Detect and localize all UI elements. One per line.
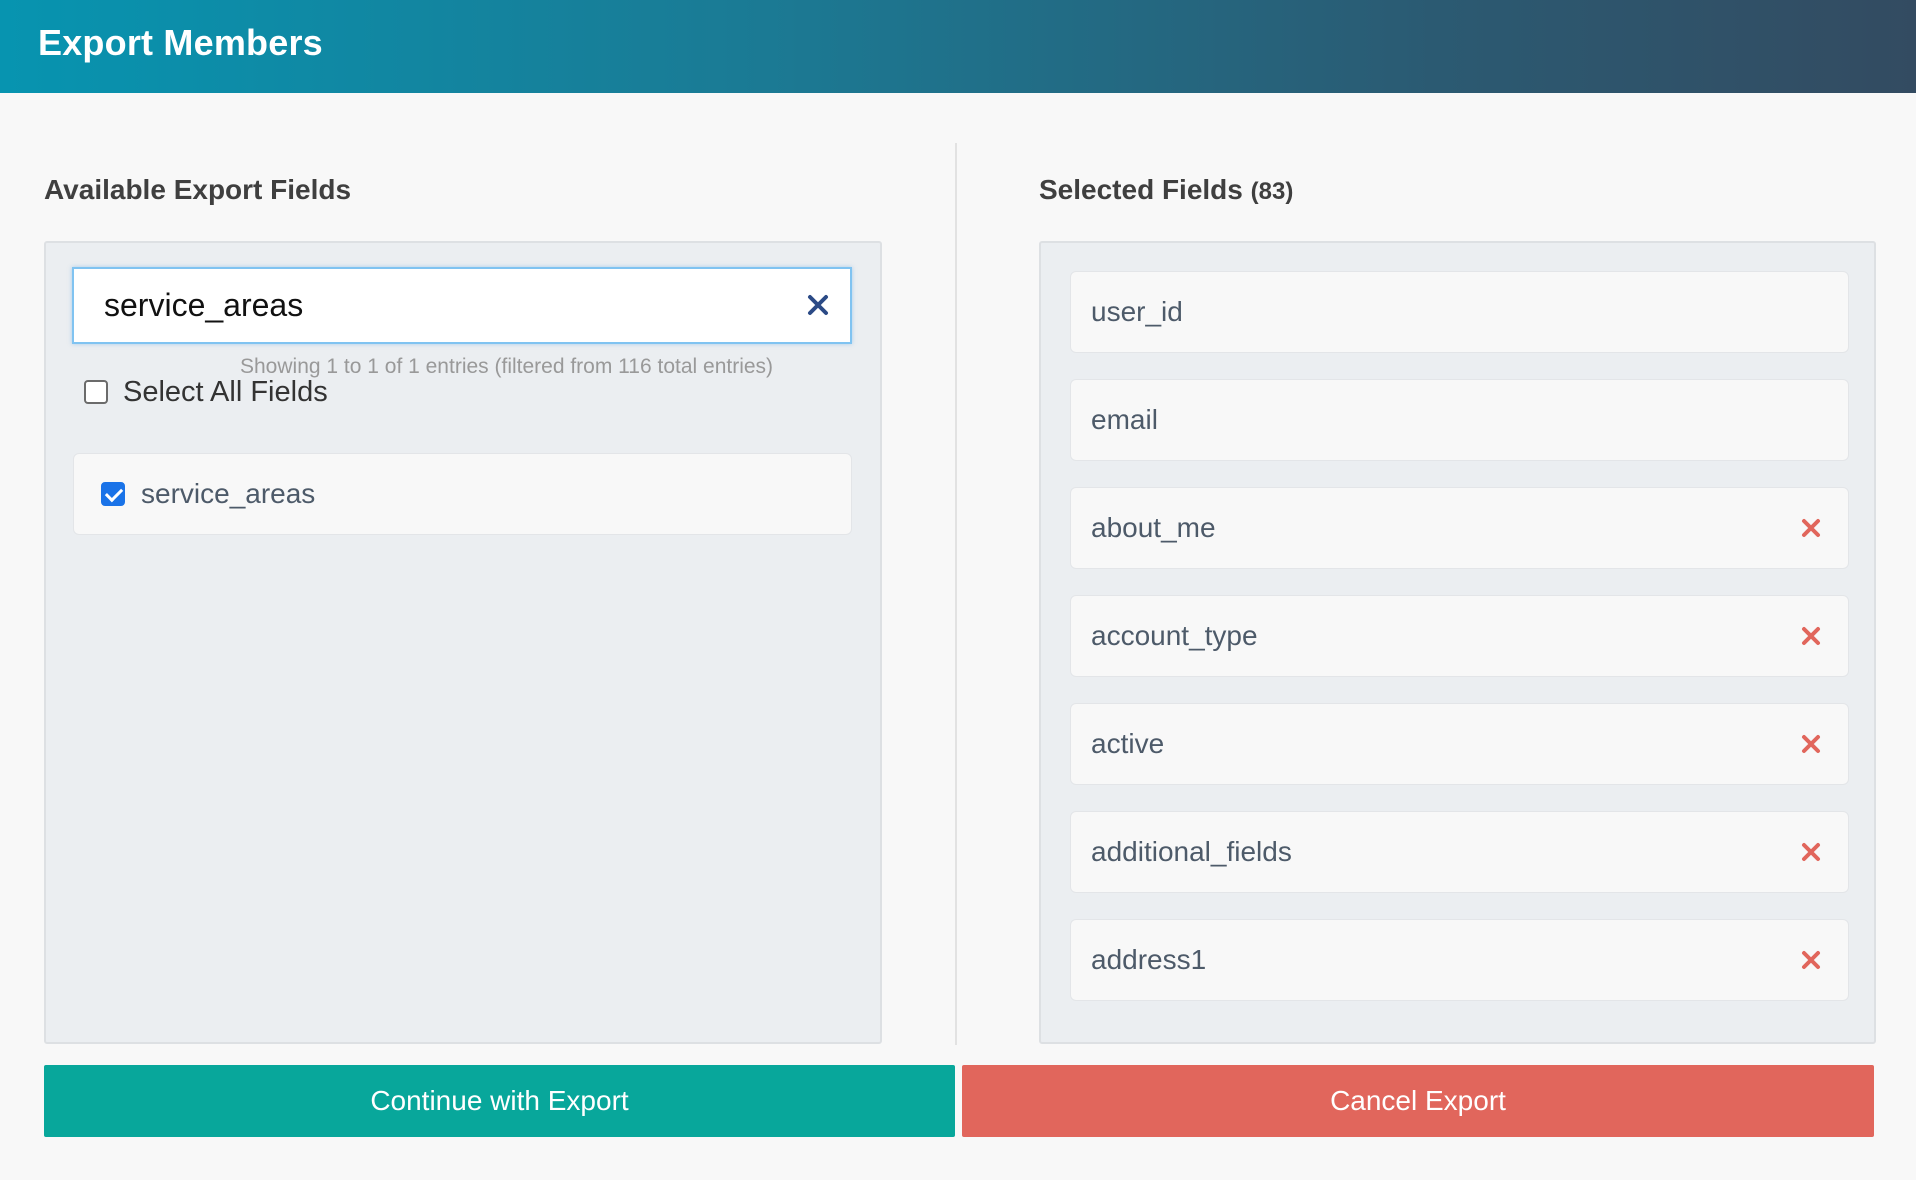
remove-field-icon[interactable] bbox=[1800, 733, 1822, 755]
selected-field-item[interactable]: additional_fields bbox=[1070, 811, 1849, 893]
continue-export-button[interactable]: Continue with Export bbox=[44, 1065, 955, 1137]
select-all-checkbox[interactable] bbox=[84, 380, 108, 404]
field-label: email bbox=[1091, 404, 1158, 435]
field-search-input[interactable] bbox=[104, 269, 754, 342]
remove-field-icon[interactable] bbox=[1800, 949, 1822, 971]
selected-fields-count: (83) bbox=[1250, 178, 1294, 205]
field-label: account_type bbox=[1091, 620, 1258, 651]
field-checkbox[interactable] bbox=[101, 482, 125, 506]
selected-field-item[interactable]: address1 bbox=[1070, 919, 1849, 1001]
field-label: active bbox=[1091, 728, 1165, 759]
select-all-fields[interactable]: Select All Fields bbox=[84, 374, 328, 410]
select-all-label: Select All Fields bbox=[123, 375, 328, 408]
field-label: additional_fields bbox=[1091, 836, 1292, 867]
remove-field-icon[interactable] bbox=[1800, 625, 1822, 647]
selected-field-item[interactable]: user_id bbox=[1070, 271, 1849, 353]
selected-field-item[interactable]: about_me bbox=[1070, 487, 1849, 569]
search-clear-icon[interactable] bbox=[800, 287, 836, 323]
selected-fields-heading: Selected Fields (83) bbox=[1039, 174, 1293, 206]
cancel-export-button[interactable]: Cancel Export bbox=[962, 1065, 1874, 1137]
field-search-box[interactable] bbox=[72, 267, 852, 344]
field-label: about_me bbox=[1091, 512, 1216, 543]
selected-fields-title: Selected Fields bbox=[1039, 174, 1243, 205]
field-label: user_id bbox=[1091, 296, 1183, 327]
selected-field-item[interactable]: account_type bbox=[1070, 595, 1849, 677]
column-divider bbox=[955, 143, 957, 1045]
field-label: address1 bbox=[1091, 944, 1207, 975]
page-header: Export Members bbox=[0, 0, 1916, 93]
remove-field-icon[interactable] bbox=[1800, 517, 1822, 539]
available-fields-heading: Available Export Fields bbox=[44, 174, 352, 205]
selected-field-item[interactable]: active bbox=[1070, 703, 1849, 785]
page-title: Export Members bbox=[38, 22, 323, 63]
remove-field-icon[interactable] bbox=[1800, 841, 1822, 863]
selected-field-item[interactable]: email bbox=[1070, 379, 1849, 461]
field-label: service_areas bbox=[141, 478, 316, 509]
available-field-item[interactable]: service_areas bbox=[73, 453, 852, 535]
